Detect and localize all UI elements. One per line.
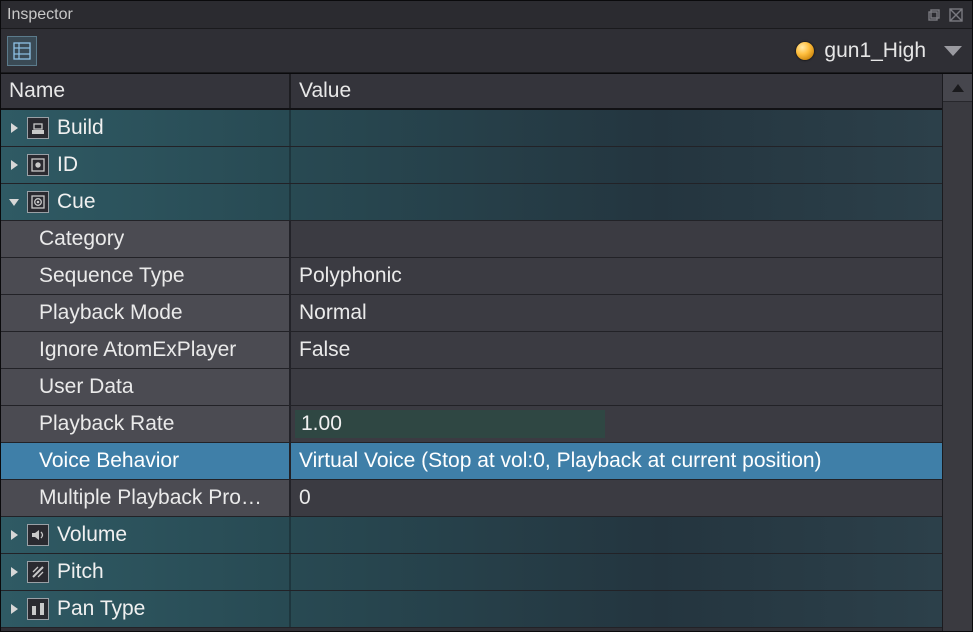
group-row[interactable]: Build — [1, 110, 942, 147]
expand-toggle[interactable] — [5, 156, 23, 174]
group-row[interactable]: Pitch — [1, 554, 942, 591]
group-label: Pitch — [57, 560, 104, 584]
property-row[interactable]: Multiple Playback Pro… 0 — [1, 480, 942, 517]
volume-icon — [27, 524, 49, 546]
property-grid: Name Value Build ID Cue Category Sequence Ty… — [1, 73, 972, 631]
grid-header: Name Value — [1, 74, 942, 110]
pitch-icon — [27, 561, 49, 583]
expand-toggle[interactable] — [5, 600, 23, 618]
column-header-name[interactable]: Name — [1, 74, 291, 108]
scroll-up-button[interactable] — [943, 74, 972, 102]
expand-toggle[interactable] — [5, 526, 23, 544]
property-label: Multiple Playback Pro… — [39, 486, 262, 510]
property-value[interactable]: 0 — [291, 480, 942, 516]
group-row[interactable]: Cue — [1, 184, 942, 221]
group-label: Cue — [57, 190, 96, 214]
property-value[interactable]: 1.00 — [291, 406, 942, 442]
property-row[interactable]: Playback Mode Normal — [1, 295, 942, 332]
object-status-icon — [796, 42, 814, 60]
property-row[interactable]: Voice Behavior Virtual Voice (Stop at vol… — [1, 443, 942, 480]
cue-icon — [27, 191, 49, 213]
id-icon — [27, 154, 49, 176]
property-value — [291, 184, 942, 220]
property-label: Ignore AtomExPlayer — [39, 338, 236, 362]
property-row[interactable]: Sequence Type Polyphonic — [1, 258, 942, 295]
property-value — [291, 147, 942, 183]
object-dropdown[interactable] — [940, 41, 966, 61]
property-value — [291, 591, 942, 627]
pantype-icon — [27, 598, 49, 620]
editable-value[interactable]: 1.00 — [295, 410, 605, 438]
property-value[interactable]: Virtual Voice (Stop at vol:0, Playback a… — [291, 443, 942, 479]
table-view-toggle[interactable] — [7, 36, 37, 66]
property-row[interactable]: User Data — [1, 369, 942, 406]
property-value — [291, 554, 942, 590]
expand-toggle[interactable] — [5, 563, 23, 581]
property-row[interactable]: Playback Rate 1.00 — [1, 406, 942, 443]
build-icon — [27, 117, 49, 139]
property-value[interactable]: False — [291, 332, 942, 368]
property-label: User Data — [39, 375, 134, 399]
property-row[interactable]: Category — [1, 221, 942, 258]
property-value — [291, 517, 942, 553]
property-value — [291, 110, 942, 146]
panel-title: Inspector — [7, 6, 73, 24]
group-label: Build — [57, 116, 104, 140]
property-value[interactable] — [291, 221, 942, 257]
titlebar: Inspector — [1, 1, 972, 29]
vertical-scrollbar[interactable] — [942, 74, 972, 631]
expand-toggle[interactable] — [5, 119, 23, 137]
property-value[interactable] — [291, 369, 942, 405]
group-label: Pan Type — [57, 597, 145, 621]
property-row[interactable]: Ignore AtomExPlayer False — [1, 332, 942, 369]
window-restore-icon[interactable] — [924, 6, 944, 24]
property-label: Voice Behavior — [39, 449, 179, 473]
window-maximize-icon[interactable] — [946, 6, 966, 24]
object-name: gun1_High — [824, 39, 926, 63]
group-label: ID — [57, 153, 78, 177]
group-row[interactable]: Volume — [1, 517, 942, 554]
property-value[interactable]: Normal — [291, 295, 942, 331]
property-value[interactable]: Polyphonic — [291, 258, 942, 294]
group-row[interactable]: ID — [1, 147, 942, 184]
property-label: Playback Rate — [39, 412, 174, 436]
property-label: Playback Mode — [39, 301, 183, 325]
group-row[interactable]: Pan Type — [1, 591, 942, 628]
property-label: Category — [39, 227, 124, 251]
inspector-panel: Inspector gun1_High Name — [0, 0, 973, 632]
toolbar: gun1_High — [1, 29, 972, 73]
grid-rows: Build ID Cue Category Sequence Type Polyphoni… — [1, 110, 942, 631]
group-label: Volume — [57, 523, 127, 547]
property-label: Sequence Type — [39, 264, 185, 288]
expand-toggle[interactable] — [5, 193, 23, 211]
column-header-value[interactable]: Value — [291, 74, 942, 108]
